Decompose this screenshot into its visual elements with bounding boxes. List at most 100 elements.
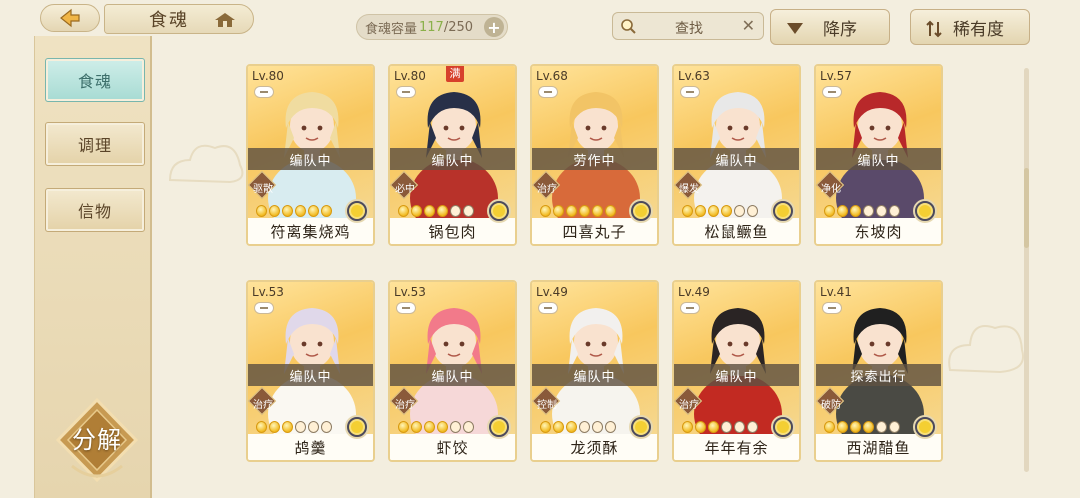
rarity-flower-icon: [629, 199, 653, 223]
back-button[interactable]: [40, 4, 100, 32]
lock-toggle[interactable]: [680, 86, 700, 98]
rarity-flower-icon: [629, 415, 653, 439]
role-label: 治疗: [253, 400, 273, 411]
star-rating: [682, 205, 758, 217]
sidebar-item-cooking[interactable]: 调理: [45, 122, 145, 166]
star-icon: [876, 421, 887, 433]
home-icon[interactable]: [213, 11, 237, 29]
card-level: Lv.53: [252, 285, 284, 299]
role-label: 破防: [821, 400, 841, 411]
role-label: 必中: [395, 184, 415, 195]
card-level: Lv.53: [394, 285, 426, 299]
card-status: 编队中: [674, 364, 799, 386]
star-icon: [734, 421, 745, 433]
search-icon: [621, 19, 636, 34]
lock-toggle[interactable]: [396, 86, 416, 98]
capacity-counter: 食魂容量 117 /250 +: [356, 14, 508, 40]
card-status: 编队中: [816, 148, 941, 170]
star-icon: [850, 421, 861, 433]
star-icon: [850, 205, 861, 217]
rarity-flower-icon: [771, 199, 795, 223]
role-badge: 净化: [816, 170, 845, 200]
food-soul-card[interactable]: Lv.63 编队中 爆发 松鼠鳜鱼: [672, 64, 801, 246]
star-icon: [424, 205, 435, 217]
star-icon: [295, 421, 306, 433]
star-icon: [437, 421, 448, 433]
card-status: 编队中: [248, 148, 373, 170]
search-label: 查找: [675, 21, 703, 37]
lock-toggle[interactable]: [680, 302, 700, 314]
role-label: 驱散: [253, 184, 273, 195]
star-rating: [398, 205, 474, 217]
sort-field-button[interactable]: 稀有度: [910, 9, 1030, 45]
star-icon: [824, 205, 835, 217]
card-status: 编队中: [390, 148, 515, 170]
lock-toggle[interactable]: [538, 302, 558, 314]
food-soul-card[interactable]: Lv.49 编队中 治疗 年年有余: [672, 280, 801, 462]
role-label: 爆发: [679, 184, 699, 195]
star-icon: [566, 421, 577, 433]
card-level: Lv.57: [820, 69, 852, 83]
food-soul-card[interactable]: Lv.49 编队中 控制 龙须酥: [530, 280, 659, 462]
grid-scrollbar[interactable]: [1024, 68, 1029, 472]
rarity-flower-icon: [345, 415, 369, 439]
role-badge: 控制: [532, 386, 561, 416]
card-level: Lv.80: [252, 69, 284, 83]
decompose-button[interactable]: 分解: [52, 396, 142, 486]
clear-search-icon[interactable]: ✕: [742, 16, 755, 35]
lock-toggle[interactable]: [822, 86, 842, 98]
food-soul-card[interactable]: Lv.53 编队中 治疗 虾饺: [388, 280, 517, 462]
role-label: 治疗: [395, 400, 415, 411]
star-icon: [682, 205, 693, 217]
food-soul-card[interactable]: Lv.80 编队中 驱散 符离集烧鸡: [246, 64, 375, 246]
star-rating: [398, 421, 474, 433]
lock-toggle[interactable]: [254, 86, 274, 98]
star-icon: [463, 205, 474, 217]
food-soul-card[interactable]: Lv.68 劳作中 治疗 四喜丸子: [530, 64, 659, 246]
card-level: Lv.49: [678, 285, 710, 299]
role-badge: 治疗: [674, 386, 703, 416]
star-icon: [863, 421, 874, 433]
star-rating: [682, 421, 758, 433]
scrollbar-thumb[interactable]: [1024, 168, 1029, 248]
sidebar-item-food-souls[interactable]: 食魂: [45, 58, 145, 102]
star-icon: [734, 205, 745, 217]
lock-toggle[interactable]: [538, 86, 558, 98]
capacity-label: 食魂容量: [365, 21, 418, 37]
sort-order-button[interactable]: 降序: [770, 9, 890, 45]
star-icon: [450, 205, 461, 217]
food-soul-card[interactable]: Lv.80 满 编队中 必中 锅包肉: [388, 64, 517, 246]
star-icon: [553, 205, 564, 217]
capacity-current: 117: [419, 19, 444, 35]
lock-toggle[interactable]: [254, 302, 274, 314]
role-badge: 治疗: [248, 386, 277, 416]
add-capacity-button[interactable]: +: [484, 17, 504, 37]
star-rating: [824, 421, 900, 433]
star-icon: [889, 421, 900, 433]
sort-order-label: 降序: [823, 19, 857, 40]
search-input[interactable]: 查找 ✕: [612, 12, 764, 40]
star-icon: [321, 205, 332, 217]
card-status: 劳作中: [532, 148, 657, 170]
star-icon: [321, 421, 332, 433]
card-status: 编队中: [390, 364, 515, 386]
star-icon: [695, 205, 706, 217]
background-cloud-decoration: [948, 325, 1024, 374]
sidebar-item-tokens[interactable]: 信物: [45, 188, 145, 232]
lock-toggle[interactable]: [396, 302, 416, 314]
lock-toggle[interactable]: [822, 302, 842, 314]
role-badge: 必中: [390, 170, 419, 200]
star-icon: [579, 205, 590, 217]
sort-field-label: 稀有度: [953, 19, 1004, 40]
star-icon: [540, 205, 551, 217]
star-icon: [682, 421, 693, 433]
capacity-max: /250: [443, 19, 474, 35]
role-label: 控制: [537, 400, 557, 411]
sort-down-icon: [787, 23, 803, 34]
star-icon: [566, 205, 577, 217]
role-badge: 爆发: [674, 170, 703, 200]
food-soul-card[interactable]: Lv.57 编队中 净化 东坡肉: [814, 64, 943, 246]
food-soul-card[interactable]: Lv.53 编队中 治疗 鸪羹: [246, 280, 375, 462]
star-icon: [308, 205, 319, 217]
food-soul-card[interactable]: Lv.41 探索出行 破防 西湖醋鱼: [814, 280, 943, 462]
